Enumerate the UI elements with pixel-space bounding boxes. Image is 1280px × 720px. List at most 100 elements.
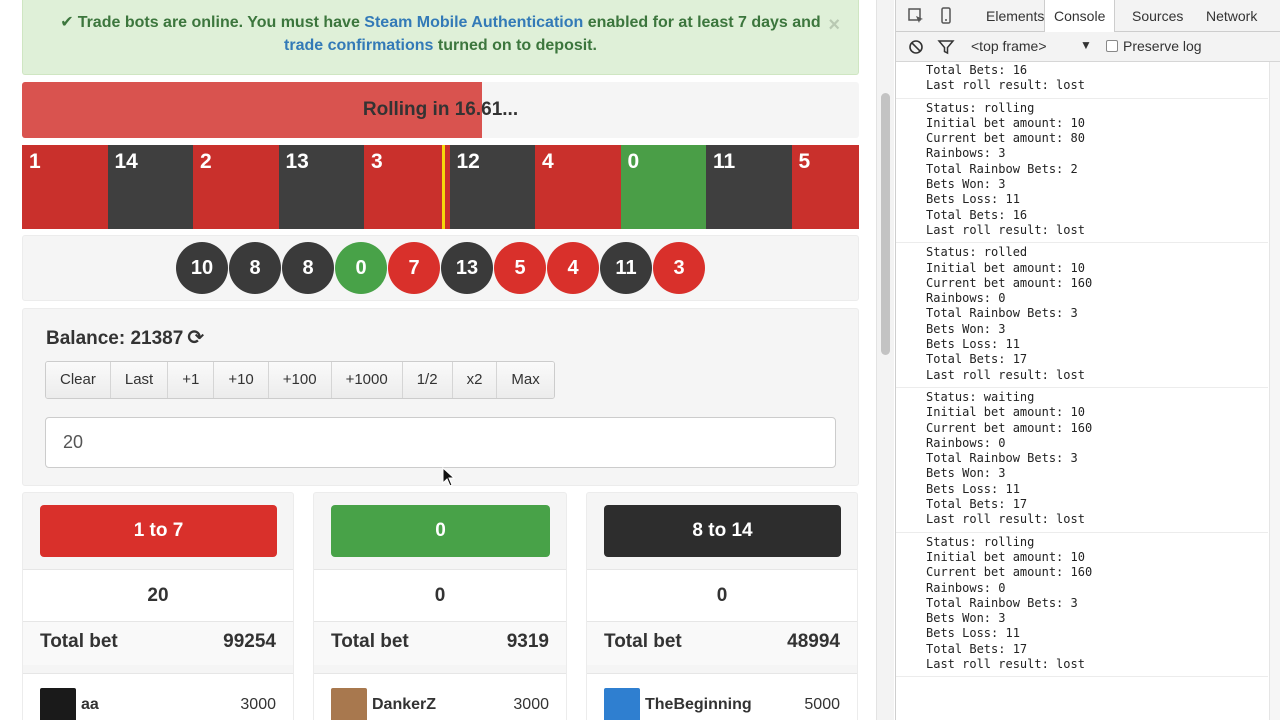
screen: ✔ Trade bots are online. You must have St… — [0, 0, 1280, 720]
wheel-tile: 3 — [364, 145, 450, 229]
console-scrollbar[interactable] — [1269, 62, 1280, 720]
roulette-wheel-strip: 1 14 2 13 3 12 4 0 11 5 — [22, 145, 859, 229]
bet-column: 8 to 14 0 Total bet 48994 TheBeginning 5000 — [586, 492, 858, 720]
alert-text-2: enabled for at least 7 days and — [587, 14, 821, 31]
bet-amount-input[interactable] — [45, 417, 836, 468]
console-output: Total Bets: 16 Last roll result: lost Sta… — [896, 62, 1268, 720]
history-ball: 13 — [441, 242, 493, 294]
place-bet-button[interactable]: 8 to 14 — [604, 505, 841, 557]
wheel-tile: 5 — [791, 145, 859, 229]
player-name[interactable]: TheBeginning — [645, 696, 752, 714]
quick-bet-button-clear[interactable]: Clear — [46, 362, 111, 398]
console-toolbar: <top frame> ▼ Preserve log — [896, 32, 1280, 62]
wheel-tile: 0 — [620, 145, 706, 229]
device-mode-icon[interactable] — [937, 7, 955, 25]
quick-bet-button-plus-1000[interactable]: +1000 — [331, 362, 403, 398]
player-bet-amount: 3000 — [240, 696, 276, 713]
player-bet-amount: 3000 — [513, 696, 549, 713]
page-scrollbar-thumb[interactable] — [881, 93, 890, 355]
total-bet-value: 99254 — [223, 631, 276, 652]
devtools-tab-console[interactable]: Console — [1044, 0, 1116, 33]
quick-bet-button-plus-1[interactable]: +1 — [168, 362, 215, 398]
my-bet-amount: 0 — [587, 569, 857, 621]
trade-confirmations-link[interactable]: trade confirmations — [284, 37, 433, 54]
history-ball: 7 — [388, 242, 440, 294]
inspect-element-icon[interactable] — [907, 7, 925, 25]
quick-bet-button-plus-100[interactable]: +100 — [268, 362, 332, 398]
quick-bet-button-x2[interactable]: x2 — [452, 362, 498, 398]
chevron-down-icon[interactable]: ▼ — [1080, 38, 1092, 52]
wheel-tile: 14 — [107, 145, 193, 229]
clear-console-icon[interactable] — [907, 38, 925, 56]
preserve-log-label: Preserve log — [1123, 38, 1202, 54]
filter-icon[interactable] — [937, 38, 955, 56]
alert-text-1: Trade bots are online. You must have — [77, 14, 360, 31]
player-name[interactable]: aa — [81, 696, 99, 714]
mouse-cursor-icon — [442, 467, 456, 487]
wheel-tile: 2 — [193, 145, 279, 229]
balance-display: Balance: 21387 ⟳ — [46, 325, 204, 350]
history-ball: 5 — [494, 242, 546, 294]
roll-countdown-text: Rolling in 16.61... — [362, 99, 519, 120]
avatar — [604, 688, 640, 720]
close-icon[interactable]: × — [828, 14, 840, 37]
history-ball: 4 — [547, 242, 599, 294]
player-name[interactable]: DankerZ — [372, 696, 436, 714]
checkmark-icon: ✔ — [60, 14, 74, 31]
quick-bet-button-1-2[interactable]: 1/2 — [402, 362, 453, 398]
place-bet-button[interactable]: 1 to 7 — [40, 505, 277, 557]
place-bet-button[interactable]: 0 — [331, 505, 550, 557]
bet-panel: Balance: 21387 ⟳ Clear Last +1 +10 +100 +1000 1… — [22, 308, 859, 486]
console-log-entry: Status: waiting Initial bet amount: 10 C… — [896, 388, 1268, 533]
devtools-panel: Elements Console Sources Network <top frame… — [895, 0, 1280, 720]
devtools-tab-elements[interactable]: Elements — [986, 0, 1044, 32]
history-ball: 8 — [229, 242, 281, 294]
quick-bet-buttons: Clear Last +1 +10 +100 +1000 1/2 x2 Max — [45, 361, 555, 399]
roulette-page: ✔ Trade bots are online. You must have St… — [0, 0, 876, 720]
total-bet-label: Total bet — [604, 631, 682, 652]
history-ball: 11 — [600, 242, 652, 294]
history-ball: 10 — [176, 242, 228, 294]
quick-bet-button-max[interactable]: Max — [497, 362, 554, 398]
roll-history: 10 8 8 0 7 13 5 4 11 3 — [22, 235, 859, 301]
devtools-tab-bar: Elements Console Sources Network — [896, 0, 1280, 33]
page-scrollbar[interactable] — [876, 0, 894, 720]
my-bet-amount: 20 — [23, 569, 293, 621]
total-bet-label: Total bet — [331, 631, 409, 652]
steam-mobile-auth-link[interactable]: Steam Mobile Authentication — [364, 14, 583, 31]
quick-bet-button-plus-10[interactable]: +10 — [214, 362, 269, 398]
trade-bots-alert: ✔ Trade bots are online. You must have St… — [22, 0, 859, 75]
player-bet-row: DankerZ 3000 — [314, 673, 566, 720]
my-bet-amount: 0 — [314, 569, 566, 621]
devtools-tab-network[interactable]: Network — [1206, 0, 1257, 32]
wheel-tile: 1 — [22, 145, 108, 229]
history-ball: 0 — [335, 242, 387, 294]
total-bet-row: Total bet 99254 — [23, 621, 293, 665]
avatar — [331, 688, 367, 720]
history-ball: 3 — [653, 242, 705, 294]
bet-column: 0 0 Total bet 9319 DankerZ 3000 — [313, 492, 567, 720]
total-bet-label: Total bet — [40, 631, 118, 652]
player-bet-amount: 5000 — [804, 696, 840, 713]
preserve-log-checkbox[interactable] — [1106, 40, 1118, 52]
wheel-marker — [442, 145, 445, 229]
console-log-entry: Status: rolling Initial bet amount: 10 C… — [896, 533, 1268, 678]
devtools-tab-sources[interactable]: Sources — [1132, 0, 1183, 32]
console-log-entry: Total Bets: 16 Last roll result: lost — [896, 62, 1268, 99]
history-ball: 8 — [282, 242, 334, 294]
alert-text-3: turned on to deposit. — [437, 37, 597, 54]
player-bet-row: aa 3000 — [23, 673, 293, 720]
wheel-tile: 4 — [535, 145, 621, 229]
total-bet-value: 9319 — [506, 631, 549, 652]
total-bet-value: 48994 — [787, 631, 840, 652]
wheel-tile: 11 — [706, 145, 792, 229]
balance-label: Balance: 21387 — [46, 328, 184, 349]
refresh-icon[interactable]: ⟳ — [187, 325, 204, 350]
console-log-entry: Status: rolled Initial bet amount: 10 Cu… — [896, 243, 1268, 388]
wheel-tile: 13 — [278, 145, 364, 229]
frame-selector[interactable]: <top frame> — [971, 38, 1047, 54]
wheel-tile: 12 — [449, 145, 535, 229]
console-log-entry: Status: rolling Initial bet amount: 10 C… — [896, 99, 1268, 244]
total-bet-row: Total bet 48994 — [587, 621, 857, 665]
quick-bet-button-last[interactable]: Last — [110, 362, 169, 398]
